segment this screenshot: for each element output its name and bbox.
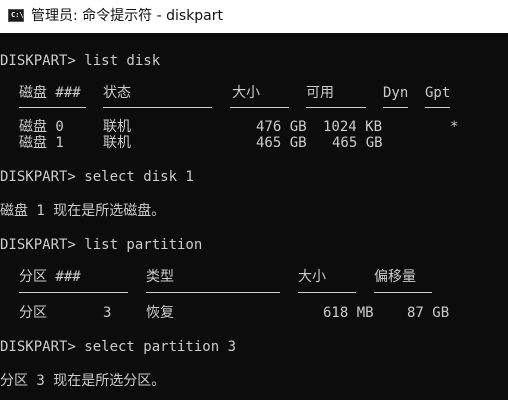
title-bar[interactable]: C:\ 管理员: 命令提示符 - diskpart bbox=[0, 0, 508, 33]
console-output[interactable]: DISKPART> list disk 磁盘 ### 状态 大小 可用 Dyn … bbox=[0, 33, 508, 400]
part-header-size: 大小 bbox=[298, 269, 326, 285]
disk-row-0-size: 476 GB bbox=[256, 119, 307, 135]
status-message-partition: 分区 3 现在是所选分区。 bbox=[0, 373, 166, 389]
disk-header-size: 大小 bbox=[232, 85, 260, 101]
header-divider bbox=[103, 107, 212, 108]
disk-header-gpt: Gpt bbox=[425, 85, 451, 101]
disk-row-0-gpt: * bbox=[450, 119, 459, 135]
header-divider bbox=[298, 292, 356, 293]
header-divider bbox=[146, 292, 280, 293]
disk-row-1-status: 联机 bbox=[103, 135, 131, 151]
command-line-select-partition: DISKPART> select partition 3 bbox=[0, 339, 237, 355]
disk-header-status: 状态 bbox=[103, 85, 131, 101]
part-header-type: 类型 bbox=[146, 269, 174, 285]
disk-header-dyn: Dyn bbox=[383, 85, 409, 101]
console-window: C:\ 管理员: 命令提示符 - diskpart DISKPART> list… bbox=[0, 0, 508, 400]
part-header-number: 分区 ### bbox=[19, 269, 81, 285]
disk-row-0-status: 联机 bbox=[103, 119, 131, 135]
header-divider bbox=[306, 107, 366, 108]
cmd-app-icon: C:\ bbox=[8, 9, 24, 22]
part-row-0-size: 618 MB bbox=[323, 305, 374, 321]
header-divider bbox=[374, 292, 432, 293]
part-row-0-type: 恢复 bbox=[146, 305, 174, 321]
disk-row-1-name: 磁盘 1 bbox=[19, 135, 64, 151]
status-message-disk: 磁盘 1 现在是所选磁盘。 bbox=[0, 203, 166, 219]
command-line-list-partition: DISKPART> list partition bbox=[0, 237, 203, 253]
part-row-0-offset: 87 GB bbox=[407, 305, 450, 321]
header-divider bbox=[230, 107, 289, 108]
command-line-select-disk: DISKPART> select disk 1 bbox=[0, 169, 194, 185]
header-divider bbox=[19, 107, 86, 108]
disk-row-0-free: 1024 KB bbox=[323, 119, 383, 135]
part-row-0-label: 分区 bbox=[19, 305, 47, 321]
part-row-0-number: 3 bbox=[103, 305, 112, 321]
command-line-list-disk: DISKPART> list disk bbox=[0, 53, 161, 69]
disk-header-number: 磁盘 ### bbox=[19, 85, 81, 101]
disk-header-free: 可用 bbox=[306, 85, 334, 101]
part-header-offset: 偏移量 bbox=[374, 269, 416, 285]
disk-row-1-size: 465 GB bbox=[256, 135, 307, 151]
header-divider bbox=[383, 107, 408, 108]
disk-row-0-name: 磁盘 0 bbox=[19, 119, 64, 135]
disk-row-1-free: 465 GB bbox=[332, 135, 383, 151]
window-title: 管理员: 命令提示符 - diskpart bbox=[31, 8, 224, 24]
header-divider bbox=[425, 107, 450, 108]
header-divider bbox=[19, 292, 128, 293]
